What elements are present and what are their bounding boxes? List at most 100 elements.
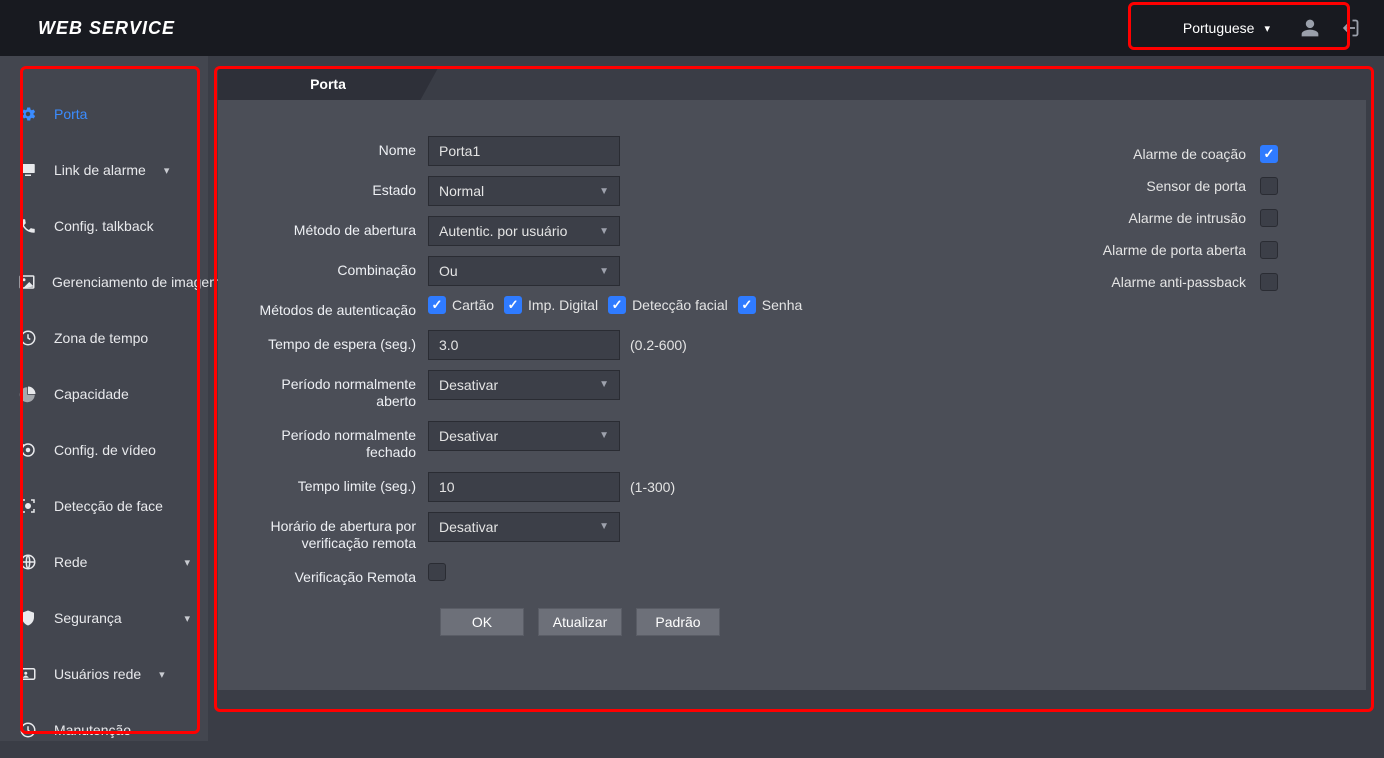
sidebar-item-security[interactable]: Segurança ▾ — [0, 590, 208, 646]
name-input[interactable] — [428, 136, 620, 166]
sidebar-item-label: Porta — [54, 106, 87, 122]
language-label: Portuguese — [1183, 20, 1255, 36]
sidebar-item-label: Segurança — [54, 610, 122, 626]
alarm-intrusion-checkbox[interactable] — [1260, 209, 1278, 227]
auth-pwd-label: Senha — [762, 297, 802, 313]
sidebar-item-maintenance[interactable]: Manutenção — [0, 702, 208, 758]
chevron-down-icon: ▾ — [159, 668, 165, 681]
chevron-down-icon: ▾ — [164, 164, 170, 177]
sidebar-item-capacity[interactable]: Capacidade — [0, 366, 208, 422]
image-icon — [18, 272, 36, 292]
state-label: Estado — [248, 176, 428, 200]
sidebar-item-label: Rede — [54, 554, 87, 570]
auth-face-label: Detecção facial — [632, 297, 728, 313]
user-card-icon — [18, 664, 38, 684]
wait-label: Tempo de espera (seg.) — [248, 330, 428, 354]
wait-input[interactable] — [428, 330, 620, 360]
alarm-door-open-label: Alarme de porta aberta — [1103, 242, 1246, 258]
sidebar-item-label: Detecção de face — [54, 498, 163, 514]
wait-hint: (0.2-600) — [630, 337, 687, 353]
tab-porta[interactable]: Porta — [218, 68, 438, 100]
tab-label: Porta — [310, 76, 346, 92]
refresh-button[interactable]: Atualizar — [538, 608, 622, 636]
button-label: Atualizar — [553, 614, 607, 630]
sidebar-item-label: Gerenciamento de imagem — [52, 274, 221, 290]
wrench-icon — [18, 720, 38, 740]
sidebar-item-face[interactable]: Detecção de face — [0, 478, 208, 534]
auth-methods-label: Métodos de autenticação — [248, 296, 428, 320]
timeout-input[interactable] — [428, 472, 620, 502]
select-value: Desativar — [439, 428, 498, 444]
sidebar-item-label: Capacidade — [54, 386, 129, 402]
alarm-intrusion-label: Alarme de intrusão — [1128, 210, 1246, 226]
sidebar: Porta Link de alarme ▾ Config. talkback … — [0, 56, 208, 741]
chevron-down-icon: ▾ — [184, 612, 190, 625]
globe-icon — [18, 552, 38, 572]
sidebar-item-time-zone[interactable]: Zona de tempo — [0, 310, 208, 366]
state-select[interactable]: Normal ▼ — [428, 176, 620, 206]
button-label: OK — [472, 614, 492, 630]
ok-button[interactable]: OK — [440, 608, 524, 636]
alarm-duress-label: Alarme de coação — [1133, 146, 1246, 162]
open-method-select[interactable]: Autentic. por usuário ▼ — [428, 216, 620, 246]
auth-face-checkbox[interactable] — [608, 296, 626, 314]
caret-down-icon: ▼ — [599, 226, 609, 237]
combination-select[interactable]: Ou▼ — [428, 256, 620, 286]
face-scan-icon — [18, 496, 38, 516]
caret-down-icon: ▼ — [599, 186, 609, 197]
button-label: Padrão — [655, 614, 700, 630]
remote-time-label: Horário de abertura por verificação remo… — [248, 512, 428, 553]
alarm-anti-passback-label: Alarme anti-passback — [1111, 274, 1246, 290]
norm-open-label: Período normalmente aberto — [248, 370, 428, 411]
sidebar-item-alarm-link[interactable]: Link de alarme ▾ — [0, 142, 208, 198]
logout-icon[interactable] — [1340, 18, 1360, 38]
sidebar-item-porta[interactable]: Porta — [0, 86, 208, 142]
select-value: Desativar — [439, 377, 498, 393]
clock-icon — [18, 328, 38, 348]
sidebar-item-network[interactable]: Rede ▾ — [0, 534, 208, 590]
combination-label: Combinação — [248, 256, 428, 280]
select-value: Ou — [439, 263, 458, 279]
auth-card-checkbox[interactable] — [428, 296, 446, 314]
norm-closed-label: Período normalmente fechado — [248, 421, 428, 462]
caret-down-icon: ▼ — [599, 521, 609, 532]
name-label: Nome — [248, 136, 428, 160]
sidebar-item-label: Config. talkback — [54, 218, 154, 234]
select-value: Normal — [439, 183, 484, 199]
chevron-down-icon: ▾ — [1264, 22, 1270, 35]
pie-icon — [18, 384, 38, 404]
default-button[interactable]: Padrão — [636, 608, 720, 636]
auth-pwd-checkbox[interactable] — [738, 296, 756, 314]
alarm-anti-passback-checkbox[interactable] — [1260, 273, 1278, 291]
form-panel: Nome Estado Normal▼ Método de abertura A… — [218, 100, 1366, 690]
remote-time-select[interactable]: Desativar▼ — [428, 512, 620, 542]
remote-verify-checkbox[interactable] — [428, 563, 446, 581]
sidebar-item-image-mgmt[interactable]: Gerenciamento de imagem — [0, 254, 208, 310]
caret-down-icon: ▼ — [599, 430, 609, 441]
sidebar-item-label: Zona de tempo — [54, 330, 148, 346]
monitor-icon — [18, 160, 38, 180]
main-content: Porta Nome Estado Normal▼ Método de aber… — [208, 56, 1384, 741]
norm-open-select[interactable]: Desativar▼ — [428, 370, 620, 400]
language-selector[interactable]: Portuguese ▾ — [1173, 14, 1280, 42]
video-icon — [18, 440, 38, 460]
alarm-duress-checkbox[interactable] — [1260, 145, 1278, 163]
sidebar-item-label: Manutenção — [54, 722, 131, 738]
timeout-label: Tempo limite (seg.) — [248, 472, 428, 496]
norm-closed-select[interactable]: Desativar ▼ — [428, 421, 620, 451]
sidebar-item-video[interactable]: Config. de vídeo — [0, 422, 208, 478]
select-value: Autentic. por usuário — [439, 223, 567, 239]
auth-card-label: Cartão — [452, 297, 494, 313]
brand-title: WEB SERVICE — [38, 18, 175, 39]
alarm-door-sensor-checkbox[interactable] — [1260, 177, 1278, 195]
sidebar-item-label: Config. de vídeo — [54, 442, 156, 458]
sidebar-item-users[interactable]: Usuários rede ▾ — [0, 646, 208, 702]
remote-verify-label: Verificação Remota — [248, 563, 428, 587]
auth-finger-checkbox[interactable] — [504, 296, 522, 314]
user-icon[interactable] — [1300, 18, 1320, 38]
sidebar-item-label: Usuários rede — [54, 666, 141, 682]
top-bar: WEB SERVICE Portuguese ▾ — [0, 0, 1384, 56]
timeout-hint: (1-300) — [630, 479, 675, 495]
sidebar-item-talkback[interactable]: Config. talkback — [0, 198, 208, 254]
alarm-door-open-checkbox[interactable] — [1260, 241, 1278, 259]
